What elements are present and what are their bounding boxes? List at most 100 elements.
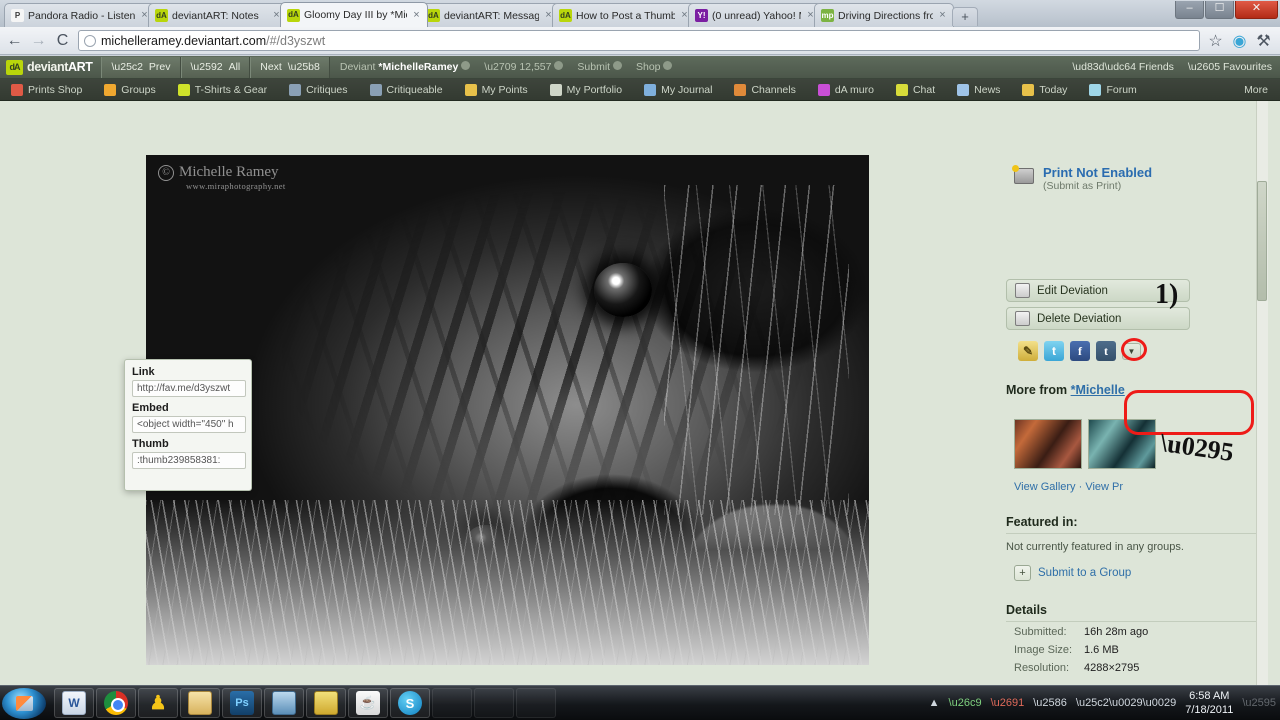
subnav-item-today[interactable]: Today (1011, 83, 1078, 96)
taskbar-item-window-1[interactable] (474, 688, 514, 718)
subnav-item-my-points[interactable]: My Points (454, 83, 539, 96)
deviation-image[interactable]: © Michelle Ramey www.miraphotography.net (146, 155, 869, 665)
details-row: Resolution: 4288×2795 (1006, 658, 1256, 676)
shop-chevron-icon[interactable] (663, 61, 673, 70)
browser-toolbar: ← → C michelleramey.deviantart.com/#/d3y… (0, 27, 1280, 55)
tray-network-icon[interactable]: \u2586 (1033, 697, 1067, 709)
deviation-image-container[interactable]: © Michelle Ramey www.miraphotography.net (146, 155, 869, 665)
thumb-input[interactable]: :thumb239858381: (132, 452, 246, 469)
subnav-item-groups[interactable]: Groups (93, 83, 166, 96)
favourites-link[interactable]: \u2605 Favourites (1188, 61, 1272, 73)
subnav-icon (895, 83, 908, 96)
tray-expand-icon[interactable]: ▲ (929, 697, 940, 709)
subnav-more[interactable]: More (1244, 84, 1268, 96)
browser-tab-2[interactable]: dA Gloomy Day III by *Michell × (280, 2, 428, 27)
subnav-item-chat[interactable]: Chat (885, 83, 946, 96)
address-bar[interactable]: michelleramey.deviantart.com/#/d3yszwt (78, 30, 1200, 51)
messages-chevron-icon[interactable] (554, 61, 564, 70)
tab-close-icon[interactable]: × (937, 10, 948, 21)
thumbnail-1[interactable] (1014, 419, 1082, 469)
all-button[interactable]: \u2592 All (180, 56, 251, 78)
friends-link[interactable]: \ud83d\udc64 Friends (1072, 61, 1174, 73)
taskbar-item-sticky-notes[interactable] (306, 688, 346, 718)
reload-icon[interactable]: C (54, 32, 71, 50)
show-desktop-button[interactable]: \u2595 (1242, 697, 1276, 709)
submit-as-print-label[interactable]: (Submit as Print) (1043, 180, 1152, 192)
taskbar-item-java[interactable]: ☕ (348, 688, 388, 718)
subnav-item-my-journal[interactable]: My Journal (633, 83, 723, 96)
browser-tab-5[interactable]: Y!(0 unread) Yahoo! Mail, mi× (688, 3, 822, 27)
twitter-share-icon[interactable]: t (1044, 341, 1064, 361)
browser-tab-3[interactable]: dAdeviantART: Messages× (420, 3, 560, 27)
taskbar-item-aim[interactable]: ♟ (138, 688, 178, 718)
tumblr-share-icon[interactable]: t (1096, 341, 1116, 361)
subnav-item-da-muro[interactable]: dA muro (807, 83, 885, 96)
bookmark-star-icon[interactable]: ☆ (1207, 31, 1224, 51)
journal-share-icon[interactable]: ✎ (1018, 341, 1038, 361)
browser-tab-6[interactable]: mp Driving Directions from 322 × (814, 3, 954, 27)
submit-to-group-button[interactable]: + Submit to a Group (1014, 565, 1131, 581)
view-prints-link[interactable]: View Pr (1085, 481, 1123, 493)
taskbar-item-explorer[interactable] (180, 688, 220, 718)
messages-menu[interactable]: \u2709 12,557 (484, 61, 564, 73)
page-scrollbar[interactable] (1256, 101, 1268, 685)
tray-volume-icon[interactable]: \u25c2\u0029\u0029 (1076, 697, 1176, 709)
tray-action-center-icon[interactable]: \u2691 (991, 697, 1025, 709)
annotation-number-1: 1) (1155, 279, 1179, 310)
subnav-item-critiques[interactable]: Critiques (278, 83, 358, 96)
subnav-item-critiqueable[interactable]: Critiqueable (359, 83, 454, 96)
subnav-label: My Portfolio (566, 83, 623, 96)
taskbar-item-chrome[interactable] (96, 688, 136, 718)
subnav-item-prints-shop[interactable]: Prints Shop (0, 83, 93, 96)
subnav-label: T-Shirts & Gear (194, 83, 268, 96)
forward-icon[interactable]: → (30, 32, 47, 50)
taskbar-item-skype[interactable]: S (390, 688, 430, 718)
browser-tab-1[interactable]: dA deviantART: Notes × (148, 3, 288, 27)
subnav-icon (11, 83, 23, 96)
print-not-enabled-link[interactable]: Print Not Enabled (1043, 165, 1152, 180)
deviant-menu[interactable]: Deviant *MichelleRamey (340, 61, 471, 73)
view-gallery-link[interactable]: View Gallery (1014, 481, 1076, 493)
link-input[interactable]: http://fav.me/d3yszwt (132, 380, 246, 397)
plus-icon: + (1014, 565, 1031, 581)
minimize-button[interactable]: – (1175, 1, 1204, 19)
chrome-browser-window: P Pandora Radio - Listen to F × dA deviantAR… (0, 0, 1280, 685)
back-icon[interactable]: ← (6, 32, 23, 50)
next-button[interactable]: Next \u25b8 (250, 56, 330, 78)
tab-close-icon[interactable]: × (411, 9, 422, 21)
submit-menu[interactable]: Submit (577, 61, 622, 73)
embed-input[interactable]: <object width="450" h (132, 416, 246, 433)
scrollbar-thumb[interactable] (1257, 181, 1267, 301)
more-from-user-link[interactable]: *Michelle (1071, 383, 1125, 397)
maximize-button[interactable]: ☐ (1205, 1, 1234, 19)
tray-security-icon[interactable]: \u26c9 (949, 697, 982, 709)
share-popup[interactable]: Link http://fav.me/d3yszwt Embed <object… (124, 359, 252, 491)
prev-button[interactable]: \u25c2 Prev (101, 56, 181, 78)
taskbar-item-word[interactable]: W (54, 688, 94, 718)
subnav-item-t-shirts-gear[interactable]: T-Shirts & Gear (167, 83, 278, 96)
start-button[interactable] (2, 687, 46, 719)
taskbar-item-picture-viewer[interactable] (264, 688, 304, 718)
taskbar-item-window-0[interactable] (432, 688, 472, 718)
submit-chevron-icon[interactable] (613, 61, 622, 70)
deviant-chevron-icon[interactable] (461, 61, 471, 70)
taskbar-clock[interactable]: 6:58 AM 7/18/2011 (1185, 689, 1233, 717)
new-tab-button[interactable]: + (952, 7, 978, 26)
taskbar-item-window-2[interactable] (516, 688, 556, 718)
close-button[interactable]: ✕ (1235, 1, 1278, 19)
subnav-item-my-portfolio[interactable]: My Portfolio (539, 83, 633, 96)
browser-tab-0[interactable]: PPandora Radio - Listen to F× (4, 3, 156, 27)
taskbar-item-photoshop[interactable]: Ps (222, 688, 262, 718)
wrench-menu-icon[interactable]: ⚒ (1255, 31, 1272, 51)
subnav-item-news[interactable]: News (946, 83, 1011, 96)
extension-icon[interactable]: ◉ (1231, 31, 1248, 51)
subnav-item-channels[interactable]: Channels (723, 83, 806, 96)
taskbar-item-skype-icon: S (398, 691, 422, 715)
facebook-share-icon[interactable]: f (1070, 341, 1090, 361)
submit-label: Submit (577, 61, 611, 73)
subnav-item-forum[interactable]: Forum (1078, 83, 1147, 96)
deviantart-logo[interactable]: dA deviantART (0, 56, 101, 79)
browser-tab-4[interactable]: dAHow to Post a Thumbnail i× (552, 3, 696, 27)
taskbar-item-word-icon: W (62, 691, 86, 715)
shop-menu[interactable]: Shop (636, 61, 673, 73)
